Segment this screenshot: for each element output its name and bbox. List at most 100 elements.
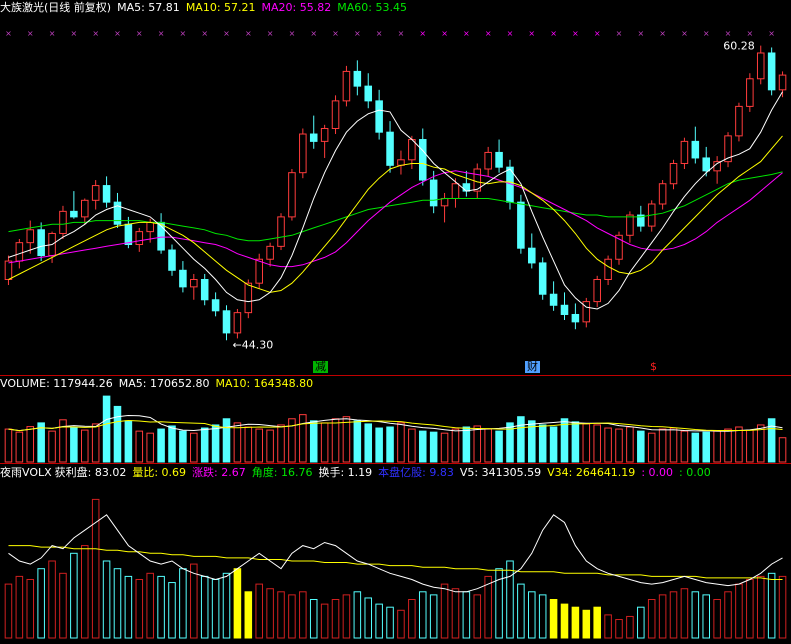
signal-mark: ×	[136, 29, 143, 38]
volume-bar	[4, 428, 13, 463]
signal-mark: ×	[725, 29, 732, 38]
volx-bar	[190, 563, 198, 639]
signal-mark: ×	[703, 29, 710, 38]
volx-bar	[113, 568, 122, 639]
candle-body	[495, 151, 503, 168]
candle-body	[778, 74, 787, 91]
candle-body	[364, 85, 373, 102]
candle-body	[26, 229, 35, 244]
candle-body	[735, 105, 743, 137]
volume-bar	[429, 431, 438, 463]
low-price-label: ←44.30	[233, 338, 274, 351]
volume-bar	[647, 432, 656, 463]
volume-label: VOLUME: 117944.26	[0, 377, 113, 390]
signal-mark: ×	[637, 29, 644, 38]
marker-jian[interactable]: 减	[313, 361, 328, 373]
indicator-name: 夜雨VOLX	[0, 466, 52, 479]
candle-body	[538, 262, 547, 295]
signal-mark: ×	[550, 29, 557, 38]
candle-body	[59, 210, 67, 234]
candle-body	[658, 183, 667, 205]
volx-bar	[440, 583, 449, 639]
volx-bar	[669, 591, 678, 639]
signal-mark: ×	[245, 29, 252, 38]
volume-bar	[320, 422, 329, 463]
volume-bar	[37, 422, 45, 463]
candle-body	[211, 299, 220, 312]
candle-body	[233, 312, 242, 334]
float-label: 本盘亿股: 9.83	[378, 466, 454, 479]
volume-ma5-line	[8, 414, 783, 432]
volume-bar	[277, 424, 285, 463]
volx-bar	[299, 591, 307, 639]
volx-bar	[397, 609, 405, 639]
volume-bar	[549, 426, 558, 463]
candle-body	[418, 139, 427, 181]
candle-body	[102, 185, 111, 203]
ma60-line	[8, 171, 783, 242]
candle-body	[331, 100, 340, 129]
signal-mark: ×	[594, 29, 601, 38]
volx-bar	[702, 594, 710, 639]
volx-bar	[244, 591, 253, 639]
volume-bar	[713, 430, 721, 463]
volx-bar	[451, 588, 460, 639]
candle-body	[386, 131, 394, 166]
volume-bar	[200, 427, 209, 463]
extra1-label: : 0.00	[641, 466, 674, 479]
signal-mark: ×	[310, 29, 317, 38]
volx-bar	[255, 583, 263, 639]
candle-body	[528, 247, 536, 264]
volume-bar	[255, 428, 263, 463]
volx-bar	[386, 606, 394, 639]
candle-body	[190, 278, 198, 288]
volume-header: VOLUME: 117944.26 MA5: 170652.80 MA10: 164…	[0, 377, 319, 391]
volume-bar	[26, 426, 35, 463]
candle-body	[429, 179, 438, 207]
candle-body	[626, 214, 634, 236]
volx-bar	[571, 606, 580, 639]
marker-cai[interactable]: 财	[525, 361, 540, 373]
volx-bar	[288, 594, 296, 639]
signal-mark: ×	[71, 29, 78, 38]
volx-bar	[418, 591, 427, 639]
volume-bar	[615, 428, 623, 463]
volume-bar	[375, 427, 383, 463]
volume-bar	[222, 418, 231, 463]
volume-bar	[735, 426, 743, 463]
volume-bar	[778, 437, 787, 463]
volume-bar	[571, 421, 580, 463]
volume-bar	[517, 416, 525, 463]
volume-bar	[484, 428, 492, 463]
volume-bar	[179, 430, 187, 463]
marker-dollar[interactable]: $	[648, 361, 659, 373]
volume-bar	[538, 424, 547, 463]
volx-bar	[528, 591, 536, 639]
panel-separator-2	[0, 463, 791, 464]
volx-bar	[484, 575, 492, 639]
candle-body	[288, 172, 296, 218]
vol-ma10-label: MA10: 164348.80	[215, 377, 314, 390]
signal-mark: ×	[289, 29, 296, 38]
volx-bar	[48, 560, 56, 639]
volume-bar	[418, 430, 427, 463]
candle-body	[440, 197, 449, 207]
volx-bar	[538, 594, 547, 639]
volume-bar	[309, 420, 318, 463]
signal-mark: ×	[528, 29, 535, 38]
candle-body	[255, 258, 263, 284]
candle-body	[124, 223, 133, 246]
candle-body	[342, 70, 351, 102]
volx-bar	[517, 583, 525, 639]
candle-body	[309, 133, 318, 142]
volume-bar	[582, 423, 591, 463]
candle-body	[266, 245, 274, 260]
volx-bar	[102, 560, 111, 639]
signal-mark: ×	[376, 29, 383, 38]
volx-bar	[168, 582, 176, 639]
volume-bar	[767, 418, 776, 463]
volume-bar	[451, 428, 460, 463]
volx-bar	[647, 599, 656, 639]
volx-bar	[724, 591, 732, 639]
volx-bar	[124, 575, 133, 639]
